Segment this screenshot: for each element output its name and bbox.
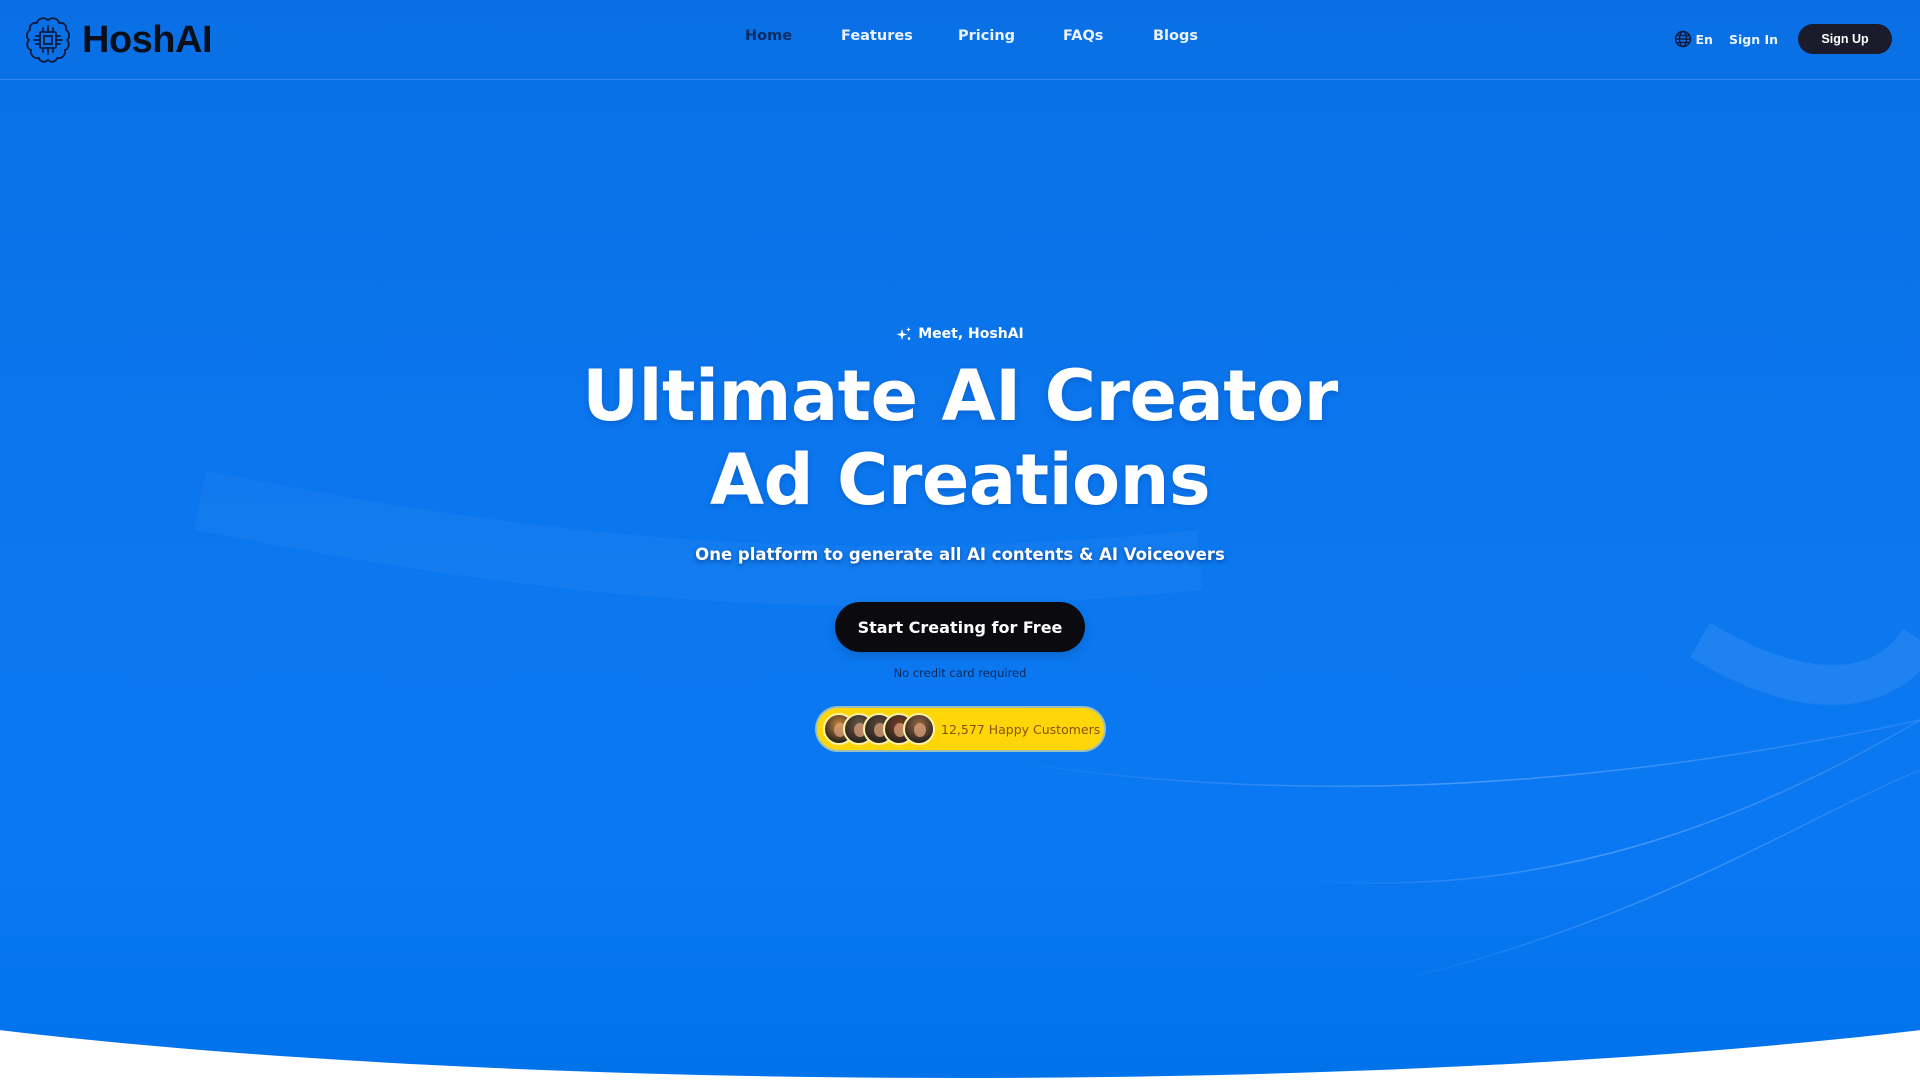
site-header: HoshAI Home Features Pricing FAQs Blogs … (0, 0, 1920, 80)
language-label: En (1695, 31, 1713, 47)
customer-avatars (823, 713, 935, 745)
globe-icon (1674, 30, 1691, 48)
eyebrow-text: Meet, HoshAI (918, 326, 1024, 342)
nav-pricing[interactable]: Pricing (958, 28, 1015, 44)
start-creating-button[interactable]: Start Creating for Free (835, 602, 1085, 652)
hero-section (0, 0, 1920, 1080)
cta-note: No credit card required (893, 666, 1027, 680)
sign-in-link[interactable]: Sign In (1729, 32, 1778, 47)
nav-home[interactable]: Home (745, 28, 792, 44)
happy-customers-badge[interactable]: 12,577 Happy Customers (817, 708, 1104, 750)
headline-line-1: Ultimate AI Creator (582, 355, 1338, 437)
hero-background (0, 0, 1920, 1078)
header-actions: En Sign In Sign Up (1674, 24, 1892, 54)
avatar-face (914, 723, 926, 737)
eyebrow: Meet, HoshAI (0, 326, 1920, 342)
language-selector[interactable]: En (1674, 30, 1713, 48)
hero-subheadline: One platform to generate all AI contents… (695, 545, 1225, 564)
nav-features[interactable]: Features (841, 28, 913, 44)
sparkle-icon (896, 327, 912, 340)
sign-up-button[interactable]: Sign Up (1798, 24, 1892, 54)
nav-blogs[interactable]: Blogs (1153, 28, 1198, 44)
customers-count: 12,577 Happy Customers (941, 721, 1101, 737)
hero-headline: Ultimate AI Creator Ad Creations (0, 354, 1920, 522)
headline-line-2: Ad Creations (709, 439, 1211, 521)
main-nav: Home Features Pricing FAQs Blogs (0, 28, 1920, 52)
nav-faqs[interactable]: FAQs (1063, 28, 1103, 44)
customer-avatar-5 (903, 713, 935, 745)
